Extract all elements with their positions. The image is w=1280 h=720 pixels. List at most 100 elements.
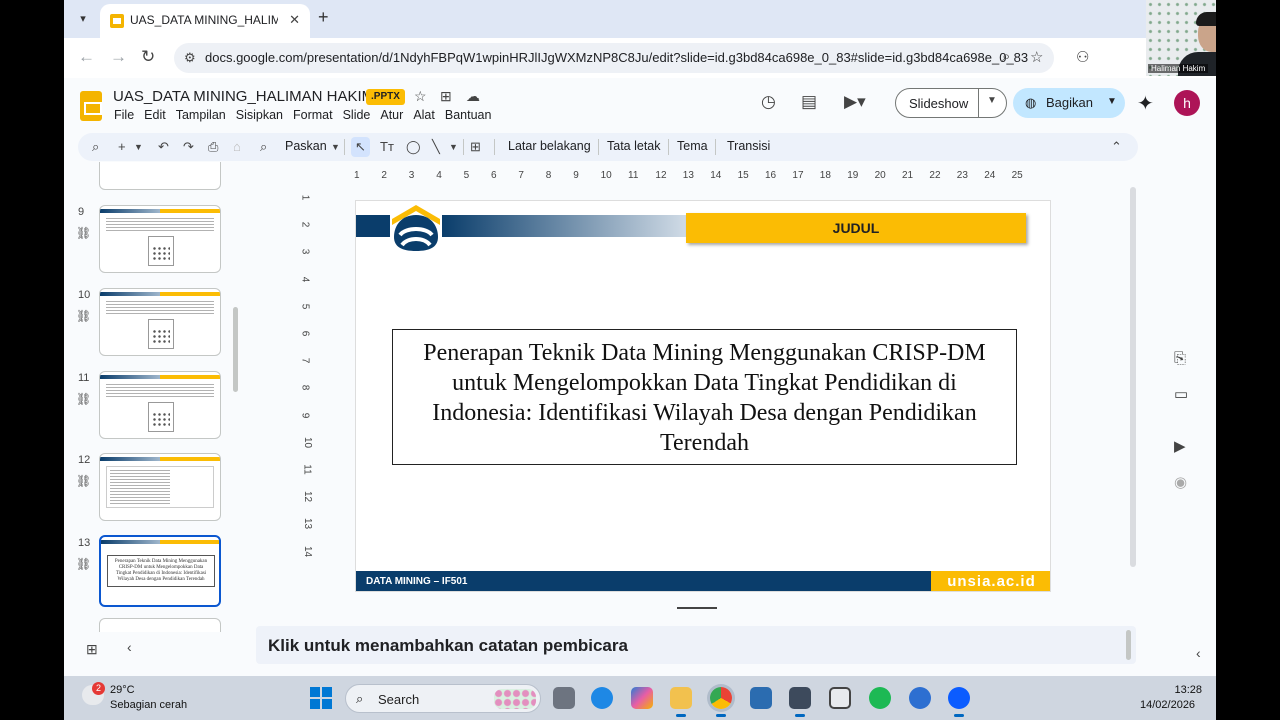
horizontal-ruler[interactable]: 1 2 3 4 5 6 7 8 9 10 11 12 13 14 15 16 17 18 19 20 21 22 23 24 2… (354, 170, 1054, 184)
slide-thumbnail[interactable] (99, 162, 221, 190)
slide-thumbnail[interactable] (99, 288, 221, 356)
linked-slide-icon[interactable]: ⛓ (76, 309, 91, 323)
edge-icon[interactable] (591, 687, 613, 709)
spotify-icon[interactable] (869, 687, 891, 709)
zoom-select[interactable]: Paskan (285, 139, 327, 153)
zoom-icon[interactable]: ⌕ (260, 139, 267, 155)
menu-help[interactable]: Bantuan (445, 108, 492, 122)
background-button[interactable]: Latar belakang (508, 139, 591, 153)
forward-arrow-icon[interactable]: → (110, 47, 127, 67)
print-icon[interactable]: ⎙ (208, 139, 218, 155)
current-slide[interactable]: JUDUL Penerapan Teknik Data Mining Mengg… (355, 200, 1051, 592)
folder-icon[interactable]: ▭ (1174, 385, 1188, 403)
chrome-icon[interactable] (710, 687, 732, 717)
app-icon[interactable] (750, 687, 772, 709)
app-icon[interactable] (829, 687, 851, 709)
tab-search-icon[interactable]: ▾ (72, 8, 94, 30)
header-label-box[interactable]: JUDUL (686, 213, 1026, 243)
slide-thumbnail-selected[interactable]: Penerapan Teknik Data Mining Menggunakan… (99, 535, 221, 607)
share-options-chevron-icon[interactable]: ▼ (1107, 96, 1117, 107)
slideshow-button[interactable]: Slideshow ▼ (895, 88, 1007, 118)
gemini-sparkle-icon[interactable]: ✦ (1137, 91, 1154, 116)
undo-icon[interactable]: ↶ (158, 139, 169, 155)
notes-scrollbar[interactable] (1126, 630, 1131, 660)
menu-view[interactable]: Tampilan (176, 108, 226, 122)
zoom-app-icon[interactable] (948, 687, 970, 717)
copilot-icon[interactable] (631, 687, 653, 709)
cloud-status-icon[interactable]: ☁ (466, 88, 480, 105)
new-slide-chevron-icon[interactable]: ▼ (134, 142, 143, 152)
menu-arrange[interactable]: Atur (380, 108, 403, 122)
slides-logo-icon[interactable] (80, 91, 102, 121)
back-arrow-icon[interactable]: ← (78, 47, 95, 67)
canvas-scrollbar[interactable] (1130, 187, 1136, 567)
menu-file[interactable]: File (114, 108, 134, 122)
tasks-icon[interactable]: ▶ (1174, 437, 1186, 455)
new-slide-icon[interactable]: + (118, 139, 126, 154)
menu-insert[interactable]: Sisipkan (236, 108, 283, 122)
collapse-filmstrip-chevron-icon[interactable]: ‹ (127, 639, 132, 655)
task-view-icon[interactable] (553, 687, 575, 709)
linked-slide-icon[interactable]: ⛓ (76, 474, 91, 488)
line-icon[interactable]: ╲ (432, 139, 440, 155)
version-history-icon[interactable]: ◷ (761, 92, 776, 112)
title-text-box[interactable]: Penerapan Teknik Data Mining Menggunakan… (392, 329, 1017, 465)
add-comment-icon[interactable]: ⊞ (470, 139, 481, 155)
paint-format-icon[interactable]: ⌂ (233, 139, 241, 154)
share-button[interactable]: ◍ Bagikan ▼ (1013, 88, 1125, 118)
star-icon[interactable]: ☆ (414, 88, 427, 105)
notes-resize-handle[interactable] (677, 607, 717, 609)
keep-notes-icon[interactable]: ⎘ (1174, 350, 1186, 367)
slide-thumbnail[interactable] (99, 205, 221, 273)
menu-tools[interactable]: Alat (413, 108, 435, 122)
slideshow-options-chevron-icon[interactable]: ▼ (987, 95, 997, 106)
search-menus-icon[interactable]: ⌕ (92, 139, 99, 155)
grid-view-icon[interactable]: ⊞ (86, 641, 98, 658)
user-avatar[interactable]: h (1174, 90, 1200, 116)
select-cursor-icon[interactable]: ↖ (351, 137, 370, 157)
collapse-toolbar-chevron-icon[interactable]: ⌃ (1111, 139, 1122, 155)
linked-slide-icon[interactable]: ⛓ (76, 392, 91, 406)
slide-thumbnail[interactable] (99, 618, 221, 632)
move-folder-icon[interactable]: ⊞ (440, 88, 452, 105)
windows-start-icon[interactable] (310, 687, 332, 709)
bookmark-star-icon[interactable]: ☆ (1030, 48, 1043, 66)
speaker-notes[interactable]: Klik untuk menambahkan catatan pembicara (256, 626, 1136, 664)
document-title[interactable]: UAS_DATA MINING_HALIMAN HAKIM (113, 88, 374, 105)
site-settings-icon[interactable]: ⚙ (184, 50, 196, 66)
extensions-icon[interactable]: ⚇ (1076, 48, 1089, 66)
menu-slide[interactable]: Slide (343, 108, 371, 122)
vertical-ruler[interactable]: 1 2 3 4 5 6 7 8 9 10 11 12 13 14 (299, 192, 316, 612)
address-bar[interactable]: ⚙ docs.google.com/presentation/d/1NdyhFB… (174, 43, 1054, 73)
zoom-icon[interactable]: ⌕ (1002, 48, 1010, 65)
meet-camera-icon[interactable]: ▶▾ (844, 92, 866, 112)
transition-button[interactable]: Transisi (727, 139, 770, 153)
new-tab-button[interactable]: + (318, 7, 329, 28)
slide-thumbnail[interactable] (99, 453, 221, 521)
weather-description[interactable]: Sebagian cerah (110, 699, 187, 711)
linked-slide-icon[interactable]: ⛓ (76, 226, 91, 240)
slide-thumbnail[interactable] (99, 371, 221, 439)
comments-icon[interactable]: ▤ (801, 92, 817, 112)
filmstrip-scrollbar[interactable] (233, 307, 238, 392)
linked-slide-icon[interactable]: ⛓ (76, 557, 91, 571)
expand-side-panel-chevron-icon[interactable]: ‹ (1196, 645, 1201, 661)
redo-icon[interactable]: ↷ (183, 139, 194, 155)
zoom-chevron-icon[interactable]: ▼ (331, 142, 340, 152)
reload-icon[interactable]: ↻ (141, 47, 155, 67)
taskbar-search-box[interactable]: ⌕ Search (345, 684, 541, 713)
theme-button[interactable]: Tema (677, 139, 708, 153)
clock-time[interactable]: 13:28 (1166, 684, 1202, 696)
text-box-icon[interactable]: Tт (380, 139, 394, 154)
close-tab-icon[interactable]: ✕ (289, 12, 300, 28)
menu-edit[interactable]: Edit (144, 108, 166, 122)
contacts-icon[interactable]: ◉ (1174, 473, 1187, 491)
file-explorer-icon[interactable] (670, 687, 692, 717)
snipping-tool-icon[interactable] (789, 687, 811, 717)
menu-format[interactable]: Format (293, 108, 333, 122)
shape-icon[interactable]: ◯ (406, 139, 421, 155)
weather-temperature[interactable]: 29°C (110, 684, 135, 696)
clock-date[interactable]: 14/02/2026 (1140, 699, 1195, 711)
app-icon[interactable] (909, 687, 931, 709)
layout-button[interactable]: Tata letak (607, 139, 661, 153)
